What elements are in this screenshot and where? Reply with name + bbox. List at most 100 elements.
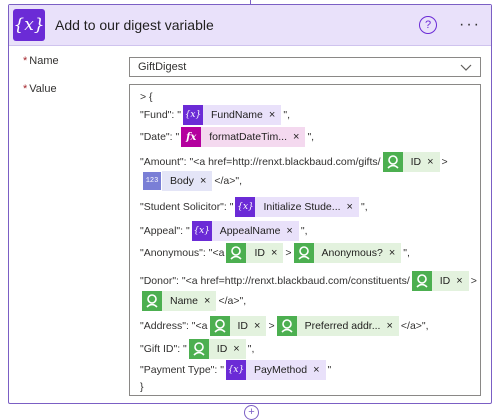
value-text: "Anonymous": "<a — [140, 247, 225, 259]
dynamic-content-token[interactable]: Name × — [142, 291, 217, 311]
value-text: > — [470, 275, 477, 287]
connector-icon — [411, 271, 432, 291]
token-label: Body — [170, 175, 194, 187]
open-brace-text: > { — [140, 91, 153, 103]
token-label: ID — [410, 156, 422, 168]
dynamic-content-token[interactable]: Anonymous? × — [293, 243, 402, 263]
token-label: Preferred addr... — [304, 320, 381, 332]
value-text: "Amount": "<a href=http://renxt.blackbau… — [140, 156, 381, 168]
value-row: "Student Solicitor": " {x} Initialize Stud… — [140, 197, 368, 217]
dynamic-content-token[interactable]: {x} AppealName × — [191, 221, 299, 241]
token-label: FundName — [210, 109, 263, 121]
variable-icon: {x} — [225, 360, 246, 380]
variable-icon: {x} — [191, 221, 212, 241]
number-icon: 123 — [142, 171, 162, 191]
value-row: "Anonymous": "<a ID × > Anonymous? × ", — [140, 243, 410, 263]
connector-icon — [142, 291, 162, 311]
remove-token-icon[interactable]: × — [200, 175, 212, 187]
token-label: formatDateTim... — [209, 131, 287, 143]
dynamic-content-token[interactable]: {x} PayMethod × — [225, 360, 326, 380]
token-label: Initialize Stude... — [263, 201, 341, 213]
dynamic-content-token[interactable]: {x} FundName × — [182, 105, 282, 125]
connector-icon — [276, 316, 297, 336]
value-row: "Donor": "<a href=http://renxt.blackbaud… — [140, 271, 477, 291]
token-label: Name — [170, 295, 199, 307]
remove-token-icon[interactable]: × — [204, 295, 216, 307]
remove-token-icon[interactable]: × — [456, 275, 468, 287]
value-text: </a>", — [218, 295, 247, 307]
required-marker: * — [23, 83, 28, 95]
dynamic-content-token[interactable]: Preferred addr... × — [276, 316, 399, 336]
remove-token-icon[interactable]: × — [293, 131, 305, 143]
action-title[interactable]: Add to our digest variable — [55, 17, 419, 33]
value-label-text: Value — [29, 83, 57, 95]
value-open-brace: > { — [140, 87, 153, 107]
dynamic-content-token[interactable]: ID × — [411, 271, 469, 291]
remove-token-icon[interactable]: × — [427, 156, 439, 168]
value-text: ", — [360, 201, 368, 213]
value-row: "Date": " fx formatDateTim... × ", — [140, 127, 314, 147]
remove-token-icon[interactable]: × — [269, 109, 281, 121]
name-label: * Name — [23, 55, 59, 67]
remove-token-icon[interactable]: × — [386, 320, 398, 332]
close-brace-text: } — [140, 381, 144, 393]
dynamic-content-token[interactable]: {x} Initialize Stude... × — [235, 197, 359, 217]
dynamic-content-token[interactable]: ID × — [382, 152, 440, 172]
value-text: > — [268, 320, 275, 332]
value-row: "Payment Type": " {x} PayMethod × " — [140, 360, 331, 380]
dynamic-content-token[interactable]: ID × — [209, 316, 267, 336]
dynamic-content-token[interactable]: ID × — [226, 243, 284, 263]
value-text: "Fund": " — [140, 109, 181, 121]
remove-token-icon[interactable]: × — [271, 247, 283, 259]
connector-icon — [382, 152, 403, 172]
value-text: "Address": "<a — [140, 320, 208, 332]
value-text: ", — [300, 225, 308, 237]
connector-icon — [226, 243, 247, 263]
value-text: "Student Solicitor": " — [140, 201, 234, 213]
remove-token-icon[interactable]: × — [286, 225, 298, 237]
token-label: AppealName — [219, 225, 281, 237]
token-label: ID — [237, 320, 249, 332]
value-label: * Value — [23, 83, 57, 95]
more-options-icon[interactable]: ··· — [459, 16, 481, 34]
help-icon[interactable]: ? — [419, 16, 438, 34]
token-label: Anonymous? — [321, 247, 383, 259]
remove-token-icon[interactable]: × — [254, 320, 266, 332]
value-text: > — [285, 247, 292, 259]
name-value: GiftDigest — [138, 61, 187, 73]
variable-icon: {x} — [235, 197, 256, 217]
remove-token-icon[interactable]: × — [347, 201, 359, 213]
value-text: ", — [247, 343, 255, 355]
value-text: ", — [283, 109, 290, 121]
variable-icon: {x} — [182, 105, 203, 125]
dynamic-content-token[interactable]: ID × — [188, 339, 246, 359]
connector-icon — [188, 339, 209, 359]
value-text: " — [327, 364, 332, 376]
value-text: "Appeal": " — [140, 225, 190, 237]
expression-icon: fx — [181, 127, 202, 147]
value-row: "Appeal": " {x} AppealName × ", — [140, 221, 308, 241]
value-row: "Amount": "<a href=http://renxt.blackbau… — [140, 152, 448, 172]
remove-token-icon[interactable]: × — [389, 247, 401, 259]
value-close-brace: } — [140, 377, 144, 397]
value-text: ", — [403, 247, 410, 259]
remove-token-icon[interactable]: × — [313, 364, 325, 376]
value-text: "Gift ID": " — [140, 343, 187, 355]
value-text: "Date": " — [140, 131, 180, 143]
value-text: "Donor": "<a href=http://renxt.blackbaud… — [140, 275, 410, 287]
action-card: {x} Add to our digest variable ? ··· * Na… — [8, 4, 492, 404]
value-text: "Payment Type": " — [140, 364, 224, 376]
value-row: "Gift ID": " ID × ", — [140, 339, 254, 359]
dynamic-content-token[interactable]: fx formatDateTim... × — [181, 127, 306, 147]
chevron-down-icon — [460, 64, 472, 71]
value-text: ", — [307, 131, 315, 143]
name-select[interactable]: GiftDigest — [129, 57, 481, 77]
action-header[interactable]: {x} Add to our digest variable ? ··· — [9, 5, 491, 46]
value-editor[interactable]: > { "Fund": " {x} FundName × ", "Date": " fx f… — [129, 84, 481, 396]
value-row: 123 Body × </a>", — [140, 171, 242, 191]
dynamic-content-token[interactable]: 123 Body × — [142, 171, 213, 191]
remove-token-icon[interactable]: × — [233, 343, 245, 355]
connector-icon — [209, 316, 230, 336]
value-text: </a>", — [400, 320, 429, 332]
value-row: Name × </a>", — [140, 291, 246, 311]
